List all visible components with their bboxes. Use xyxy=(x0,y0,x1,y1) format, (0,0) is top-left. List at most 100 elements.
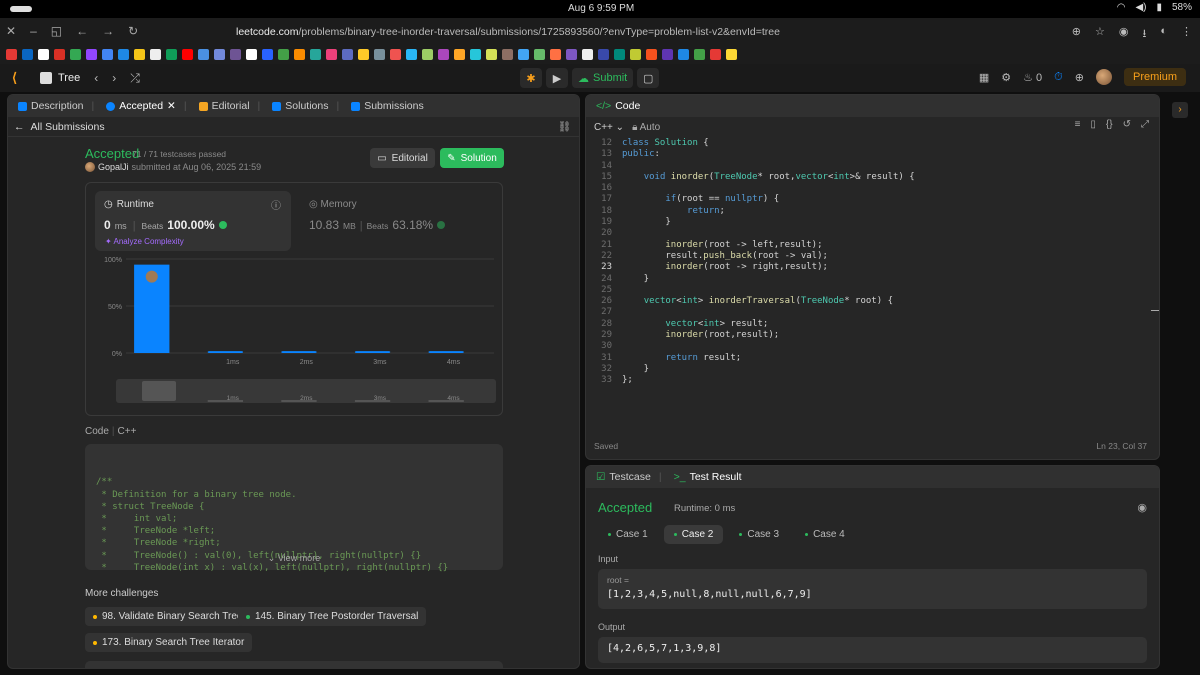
settings-icon[interactable]: ⚙ xyxy=(1001,71,1011,84)
bookmark-icon[interactable] xyxy=(182,48,193,60)
code-line[interactable]: 18 return; xyxy=(586,206,1159,217)
system-tray[interactable]: ◠ ◀) ▮ 58% xyxy=(1117,2,1192,13)
code-line[interactable]: 29 inorder(root,result); xyxy=(586,330,1159,341)
reload-icon[interactable]: ↻ xyxy=(128,24,138,38)
bookmark-icon[interactable] xyxy=(486,48,497,60)
code-line[interactable]: 27 xyxy=(586,307,1159,318)
add-friend-icon[interactable]: ⊕ xyxy=(1075,71,1084,84)
code-line[interactable]: 23 inorder(root -> right,result); xyxy=(586,262,1159,273)
bookmark-icon[interactable] xyxy=(326,48,337,60)
tab-accepted[interactable]: Accepted ✕ | xyxy=(102,100,190,112)
bookmark-icon[interactable] xyxy=(422,48,433,60)
bookmark-icon[interactable] xyxy=(22,48,33,60)
code-line[interactable]: 26 vector<int> inorderTraversal(TreeNode… xyxy=(586,296,1159,307)
bookmark-icon[interactable] xyxy=(390,48,401,60)
solution-button[interactable]: ✎ Solution xyxy=(440,148,504,168)
bookmark-icon[interactable] xyxy=(134,48,145,60)
bookmark-icon[interactable] xyxy=(646,48,657,60)
bookmark-icon[interactable] xyxy=(534,48,545,60)
run-button[interactable]: ▶ xyxy=(546,68,568,88)
back-icon[interactable]: ← xyxy=(76,24,88,38)
problem-list-link[interactable]: Tree xyxy=(40,72,80,84)
address-bar[interactable]: leetcode.com/problems/binary-tree-inorde… xyxy=(236,26,780,38)
code-line[interactable]: 28 vector<int> result; xyxy=(586,319,1159,330)
all-submissions-link[interactable]: ← All Submissions ⛓ xyxy=(8,117,579,137)
bookmark-icon[interactable] xyxy=(470,48,481,60)
bookmark-icon[interactable] xyxy=(678,48,689,60)
view-more-button[interactable]: ⌄ View more xyxy=(85,552,503,564)
case-tab[interactable]: Case 4 xyxy=(795,525,855,544)
challenge-chip[interactable]: 173. Binary Search Tree Iterator xyxy=(85,633,253,652)
runtime-card[interactable]: ◷ Runtime ⓘ 0 ms | Beats 100.00% ✦ Analyz… xyxy=(95,191,291,251)
sidebar-toggle-icon[interactable]: › xyxy=(1172,102,1188,118)
bookmark-icon[interactable] xyxy=(406,48,417,60)
menu-icon[interactable]: ⋮ xyxy=(1181,25,1192,44)
code-lines[interactable]: 12 class Solution {13 public: 14 15 void ino… xyxy=(586,138,1159,387)
bookmark-icon[interactable]: ▯ xyxy=(1090,119,1096,130)
code-line[interactable]: 19 } xyxy=(586,217,1159,228)
bookmark-icon[interactable] xyxy=(630,48,641,60)
restore-icon[interactable]: ◱ xyxy=(51,24,62,38)
bookmark-icon[interactable] xyxy=(374,48,385,60)
workspace-indicator[interactable] xyxy=(10,6,32,12)
minimize-icon[interactable]: – xyxy=(30,24,37,38)
zoom-icon[interactable]: ⊕ xyxy=(1072,25,1081,44)
challenge-chip[interactable]: 98. Validate Binary Search Tree xyxy=(85,607,251,626)
bookmark-icon[interactable] xyxy=(502,48,513,60)
code-line[interactable]: 15 void inorder(TreeNode* root,vector<in… xyxy=(586,172,1159,183)
info-icon[interactable]: ⓘ xyxy=(271,197,281,212)
prev-problem-icon[interactable]: ‹ xyxy=(94,71,98,86)
code-line[interactable]: 25 xyxy=(586,285,1159,296)
bookmark-icon[interactable] xyxy=(38,48,49,60)
bookmark-icon[interactable] xyxy=(454,48,465,60)
os-clock[interactable]: Aug 6 9:59 PM xyxy=(568,3,634,14)
download-icon[interactable]: ⭳ xyxy=(1142,25,1146,44)
code-line[interactable]: 16 xyxy=(586,183,1159,194)
bookmark-icon[interactable] xyxy=(118,48,129,60)
bookmark-icon[interactable] xyxy=(102,48,113,60)
bookmark-icon[interactable] xyxy=(150,48,161,60)
bookmark-icon[interactable] xyxy=(262,48,273,60)
bookmark-icon[interactable] xyxy=(598,48,609,60)
debug-button[interactable]: ✱ xyxy=(520,68,542,88)
shuffle-icon[interactable]: ⤮ xyxy=(130,71,140,86)
bookmark-icon[interactable] xyxy=(566,48,577,60)
code-line[interactable]: 20 xyxy=(586,228,1159,239)
analyze-complexity-link[interactable]: ✦ Analyze Complexity xyxy=(105,237,184,246)
case-tab[interactable]: Case 2 xyxy=(663,525,724,544)
extension-icon[interactable]: ◉ xyxy=(1119,25,1129,44)
bookmark-icon[interactable] xyxy=(246,48,257,60)
case-tab[interactable]: Case 3 xyxy=(729,525,789,544)
tab-editorial[interactable]: Editorial | xyxy=(195,100,265,112)
timer-icon[interactable]: ⏱ xyxy=(1054,71,1063,84)
bookmark-icon[interactable] xyxy=(342,48,353,60)
code-line[interactable]: 12 class Solution { xyxy=(586,138,1159,149)
forward-icon[interactable]: → xyxy=(102,24,114,38)
bookmark-icon[interactable] xyxy=(54,48,65,60)
challenge-chip[interactable]: 145. Binary Tree Postorder Traversal xyxy=(238,607,427,626)
editorial-button[interactable]: ▭ Editorial xyxy=(370,148,435,168)
code-line[interactable]: 17 if(root == nullptr) { xyxy=(586,194,1159,205)
notes-button[interactable]: ▢ xyxy=(637,68,660,88)
close-tab-icon[interactable]: ✕ xyxy=(167,100,176,112)
output-box[interactable]: [4,2,6,5,7,1,3,9,8] xyxy=(598,637,1147,663)
bookmark-icon[interactable] xyxy=(694,48,705,60)
code-line[interactable]: 22 result.push_back(root -> val); xyxy=(586,251,1159,262)
bookmark-icon[interactable] xyxy=(70,48,81,60)
tab-code[interactable]: </> Code xyxy=(592,100,644,112)
format-icon[interactable]: ≡ xyxy=(1075,119,1081,130)
bookmark-icon[interactable] xyxy=(310,48,321,60)
bookmark-icon[interactable] xyxy=(6,48,17,60)
eye-icon[interactable]: ◉ xyxy=(1137,501,1147,514)
bookmark-icon[interactable] xyxy=(230,48,241,60)
submit-button[interactable]: ☁ Submit xyxy=(572,68,634,88)
bookmark-icon[interactable] xyxy=(278,48,289,60)
bookmark-icon[interactable] xyxy=(710,48,721,60)
tab-test-result[interactable]: >_ Test Result xyxy=(670,471,746,483)
bookmark-icon[interactable] xyxy=(166,48,177,60)
tab-submissions[interactable]: Submissions xyxy=(347,100,428,112)
code-line[interactable]: 21 inorder(root -> left,result); xyxy=(586,240,1159,251)
layout-icon[interactable]: ▦ xyxy=(979,71,989,84)
bookmark-icon[interactable] xyxy=(438,48,449,60)
code-line[interactable]: 31 return result; xyxy=(586,353,1159,364)
